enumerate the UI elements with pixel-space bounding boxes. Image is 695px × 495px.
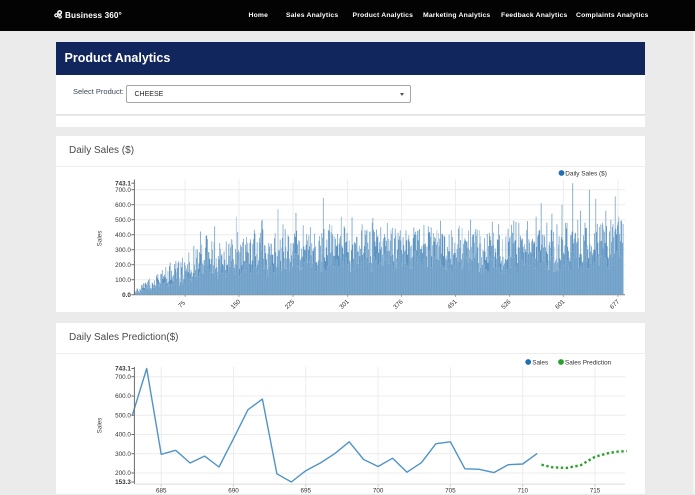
svg-text:705: 705 [445, 487, 456, 494]
svg-text:0.0: 0.0 [122, 291, 131, 298]
svg-text:500.0: 500.0 [115, 216, 131, 223]
svg-text:Sales: Sales [97, 230, 104, 246]
svg-text:601: 601 [554, 298, 567, 311]
svg-text:Sales: Sales [532, 359, 548, 366]
svg-text:Daily Sales ($): Daily Sales ($) [565, 170, 607, 177]
svg-text:500.0: 500.0 [115, 412, 131, 419]
svg-text:700: 700 [373, 487, 384, 494]
svg-text:700.0: 700.0 [115, 373, 131, 380]
svg-text:200.0: 200.0 [115, 470, 131, 477]
svg-text:743.1: 743.1 [115, 365, 131, 372]
svg-text:Sales: Sales [97, 417, 104, 433]
svg-text:Sales Prediction: Sales Prediction [565, 359, 612, 366]
svg-text:301: 301 [338, 298, 351, 311]
svg-text:150: 150 [230, 298, 243, 311]
svg-text:75: 75 [177, 299, 187, 309]
svg-text:100.0: 100.0 [115, 276, 131, 283]
svg-text:700.0: 700.0 [115, 186, 131, 193]
svg-text:451: 451 [446, 298, 459, 311]
svg-text:685: 685 [156, 487, 167, 494]
svg-text:526: 526 [500, 298, 513, 311]
svg-text:715: 715 [590, 487, 601, 494]
svg-text:153.3: 153.3 [115, 479, 131, 486]
svg-text:300.0: 300.0 [115, 246, 131, 253]
svg-text:200.0: 200.0 [115, 261, 131, 268]
svg-text:376: 376 [392, 298, 405, 311]
svg-text:600.0: 600.0 [115, 393, 131, 400]
svg-text:300.0: 300.0 [115, 450, 131, 457]
svg-text:677: 677 [609, 298, 622, 311]
svg-text:225: 225 [284, 298, 297, 311]
svg-text:400.0: 400.0 [115, 231, 131, 238]
svg-text:690: 690 [228, 487, 239, 494]
svg-text:400.0: 400.0 [115, 431, 131, 438]
svg-text:710: 710 [517, 487, 528, 494]
svg-text:600.0: 600.0 [115, 201, 131, 208]
svg-text:695: 695 [301, 487, 312, 494]
